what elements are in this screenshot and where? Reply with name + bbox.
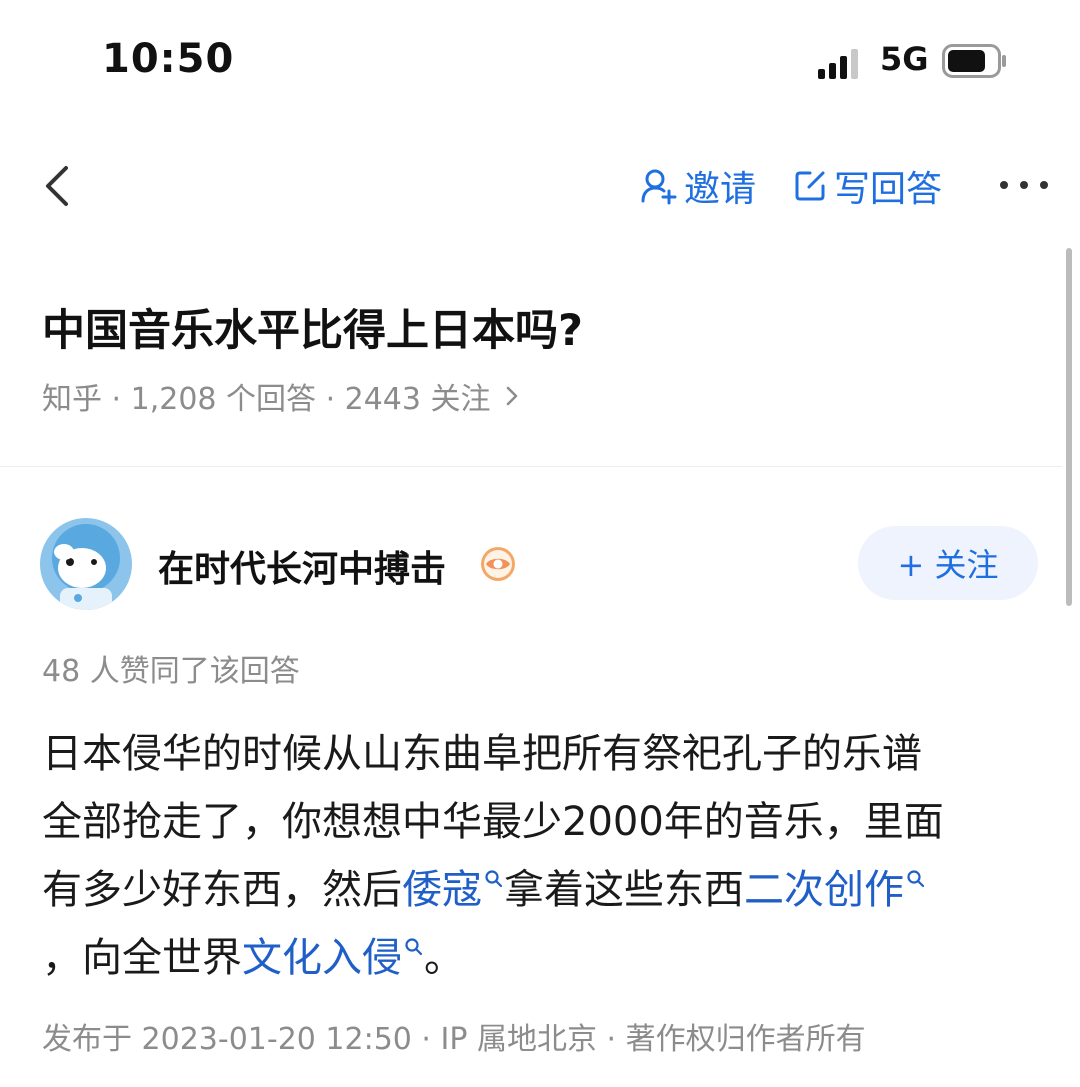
invite-label: 邀请 — [684, 169, 757, 210]
answer-line-1: 日本侵华的时候从山东曲阜把所有祭祀孔子的乐谱 — [42, 731, 922, 777]
answer-line-2: 全部抢走了，你想想中华最少2000年的音乐，里面 — [42, 799, 944, 845]
more-options-icon[interactable] — [998, 170, 1050, 200]
answer-content[interactable]: 日本侵华的时候从山东曲阜把所有祭祀孔子的乐谱 全部抢走了，你想想中华最少2000… — [42, 720, 1042, 992]
keyword-text: 二次创作 — [744, 867, 904, 913]
question-title[interactable]: 中国音乐水平比得上日本吗? — [42, 296, 583, 358]
answer-footer: 发布于 2023-01-20 12:50 · IP 属地北京 · 著作权归作者所… — [42, 1022, 866, 1057]
answer-line-4: ，向全世界文化入侵。 — [42, 924, 1042, 992]
answer-text-segment: 。 — [424, 935, 464, 981]
search-icon — [485, 870, 503, 887]
answer-text-segment: 拿着这些东西 — [504, 867, 744, 913]
scrollbar[interactable] — [1066, 248, 1072, 606]
battery-icon — [942, 44, 1006, 78]
answer-text-segment: ，向全世界 — [42, 935, 242, 981]
edit-icon — [795, 171, 825, 201]
status-time: 10:50 — [102, 36, 235, 82]
answer-line-3: 有多少好东西，然后倭寇 拿着这些东西二次创作 — [42, 856, 1042, 924]
invite-button[interactable]: 邀请 — [640, 160, 756, 212]
write-answer-button[interactable]: 写回答 — [792, 160, 942, 212]
keyword-text: 文化入侵 — [242, 935, 402, 981]
likes-count[interactable]: 48 人赞同了该回答 — [42, 646, 300, 690]
cellular-signal-icon — [818, 49, 858, 79]
keyword-link-cultural-invasion[interactable]: 文化入侵 — [242, 935, 424, 981]
answer-text-segment: 有多少好东西，然后 — [42, 867, 402, 913]
question-meta-text: 知乎 · 1,208 个回答 · 2443 关注 — [42, 382, 491, 417]
search-icon — [907, 870, 925, 887]
back-arrow-icon[interactable] — [40, 164, 76, 208]
follow-button[interactable]: + 关注 — [858, 526, 1038, 600]
keyword-link-second-creation[interactable]: 二次创作 — [744, 867, 926, 913]
avatar-illustration — [40, 518, 132, 610]
network-type: 5G — [880, 40, 929, 78]
person-plus-icon — [641, 169, 677, 205]
author-name[interactable]: 在时代长河中搏击 — [158, 540, 446, 592]
chevron-right-icon — [506, 386, 517, 406]
search-icon — [405, 938, 423, 955]
author-avatar[interactable] — [40, 518, 132, 610]
write-answer-label: 写回答 — [834, 169, 943, 210]
keyword-link-wokou[interactable]: 倭寇 — [402, 867, 504, 913]
eye-badge-icon — [481, 547, 515, 581]
question-meta[interactable]: 知乎 · 1,208 个回答 · 2443 关注 — [42, 374, 519, 418]
section-divider — [0, 466, 1062, 467]
keyword-text: 倭寇 — [402, 867, 482, 913]
